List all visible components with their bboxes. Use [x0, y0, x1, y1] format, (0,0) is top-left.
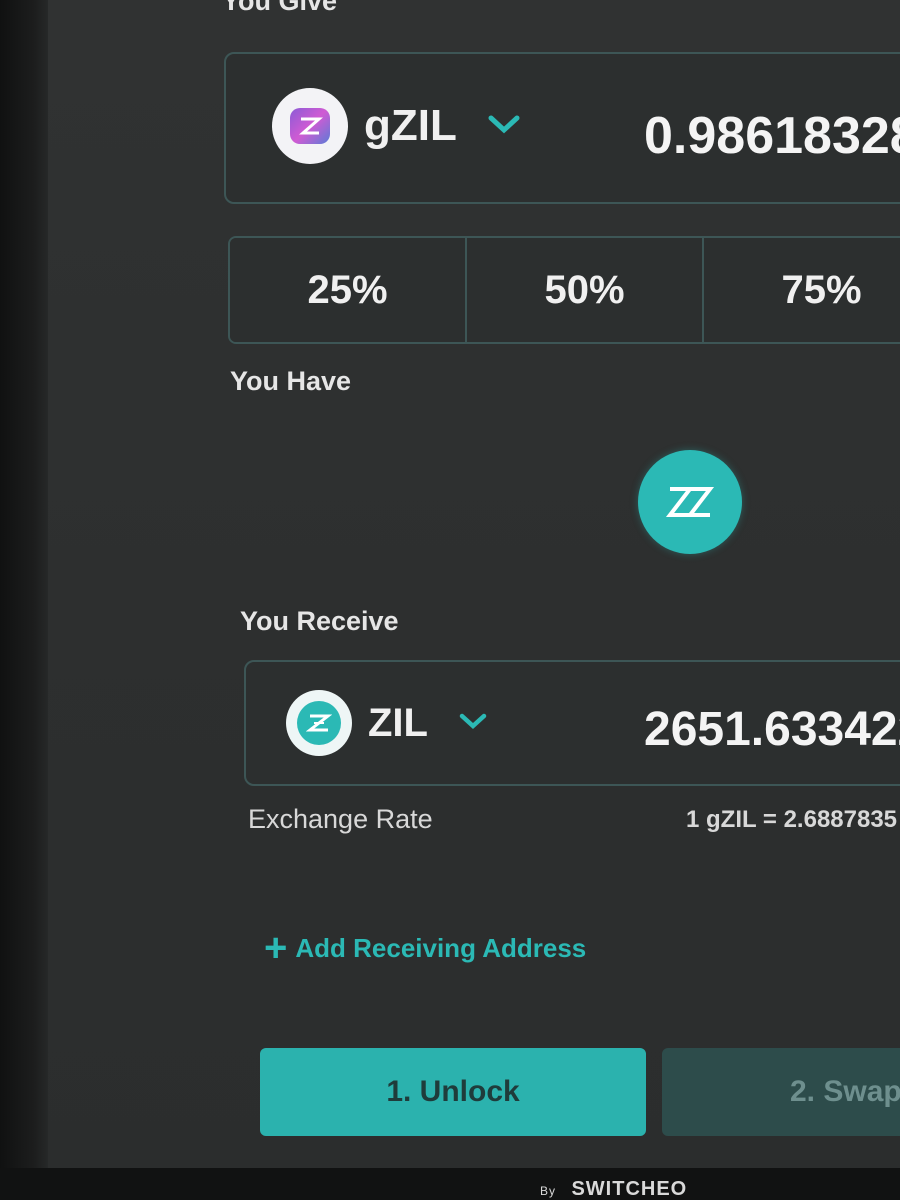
monitor-bezel-left: [0, 0, 48, 1200]
plus-icon: +: [264, 926, 288, 970]
zil-logo-icon: [286, 690, 352, 756]
zil-swap-direction-icon[interactable]: [638, 450, 742, 554]
receive-amount: 2651.633422: [644, 703, 900, 756]
chevron-down-icon[interactable]: [487, 113, 521, 140]
you-have-label: You Have: [230, 366, 352, 396]
swap-button[interactable]: 2. Swap: [662, 1048, 900, 1136]
gzil-logo-icon: [272, 88, 348, 164]
give-amount-input[interactable]: 0.98618328: [644, 106, 900, 166]
switcheo-brand-name: SWITCHEO: [571, 1178, 688, 1200]
swap-screen: You Give gZIL 0.98618328 25% 50% 75% You: [0, 0, 900, 1200]
percent-75-button[interactable]: 75%: [704, 238, 900, 342]
footer-brand: By SWITCHEO: [540, 1178, 687, 1200]
unlock-button[interactable]: 1. Unlock: [260, 1048, 646, 1136]
chevron-down-icon[interactable]: [458, 711, 488, 736]
exchange-rate-label: Exchange Rate: [248, 804, 433, 834]
receive-token-name: ZIL: [368, 700, 428, 745]
add-receiving-address-link[interactable]: + Add Receiving Address: [264, 928, 586, 968]
footer-by-text: By: [540, 1184, 557, 1198]
percent-25-button[interactable]: 25%: [230, 238, 467, 342]
monitor-bezel-bottom: [0, 1168, 900, 1200]
exchange-rate-value: 1 gZIL = 2.6887835: [686, 806, 898, 833]
percent-50-button[interactable]: 50%: [467, 238, 704, 342]
receive-token-selector[interactable]: ZIL: [286, 690, 488, 756]
you-receive-label: You Receive: [240, 606, 399, 636]
receive-field[interactable]: ZIL 2651.633422: [244, 660, 900, 786]
give-token-selector[interactable]: gZIL: [272, 88, 521, 164]
give-token-name: gZIL: [364, 101, 457, 150]
add-receiving-address-label: Add Receiving Address: [295, 932, 587, 963]
give-field[interactable]: gZIL 0.98618328: [224, 52, 900, 204]
percent-button-group: 25% 50% 75%: [228, 236, 900, 344]
you-give-label: You Give: [222, 0, 338, 16]
